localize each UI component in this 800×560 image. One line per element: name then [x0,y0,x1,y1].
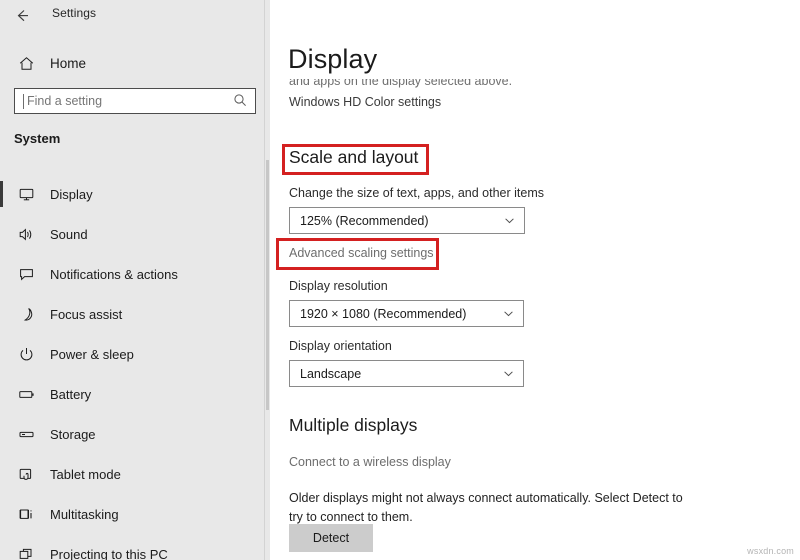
projecting-icon [4,546,48,560]
content-pane: and apps on the display selected above. … [270,0,800,560]
sidebar-item-label: Power & sleep [50,346,134,362]
settings-window: Settings Home System [0,0,800,560]
page-title: Display [288,42,388,76]
sidebar-item-label: Tablet mode [50,466,121,482]
clipped-description-text: and apps on the display selected above. [289,74,513,88]
display-orientation-label: Display orientation [289,339,392,353]
sidebar-item-label: Battery [50,386,92,402]
storage-icon [4,426,48,443]
sidebar-item-label: Display [50,186,93,202]
sidebar-item-label: Storage [50,426,96,442]
battery-icon [4,386,48,403]
search-input[interactable] [15,90,227,112]
sidebar-item-label: Focus assist [50,306,123,322]
sidebar: Settings Home System [0,0,270,560]
sidebar-item-home[interactable]: Home [0,48,270,78]
back-arrow-icon[interactable] [8,2,36,28]
chevron-down-icon [502,367,515,380]
sidebar-item-label: Multitasking [50,506,119,522]
display-orientation-dropdown[interactable]: Landscape [289,360,524,387]
sidebar-group-label: System [14,131,61,146]
sidebar-item-battery[interactable]: Battery [0,374,265,414]
selection-indicator [0,181,3,207]
scale-and-layout-heading: Scale and layout [289,147,419,167]
moon-icon [4,306,48,323]
speaker-icon [4,226,48,243]
sidebar-item-tablet-mode[interactable]: Tablet mode [0,454,265,494]
search-box[interactable] [14,88,256,114]
sidebar-item-power-and-sleep[interactable]: Power & sleep [0,334,265,374]
detect-button[interactable]: Detect [289,524,373,552]
sidebar-item-notifications-and-actions[interactable]: Notifications & actions [0,254,265,294]
watermark: wsxdn.com [747,546,794,556]
sidebar-scrollbar-thumb[interactable] [266,160,269,410]
display-resolution-value: 1920 × 1080 (Recommended) [300,306,467,321]
display-resolution-dropdown[interactable]: 1920 × 1080 (Recommended) [289,300,524,327]
scale-dropdown-value: 125% (Recommended) [300,213,429,228]
chevron-down-icon [503,214,516,227]
sidebar-item-multitasking[interactable]: Multitasking [0,494,265,534]
power-icon [4,346,48,363]
app-title: Settings [52,6,97,20]
sidebar-item-label: Projecting to this PC [50,546,168,560]
sidebar-item-label: Sound [50,226,88,242]
monitor-icon [4,186,48,203]
sidebar-item-sound[interactable]: Sound [0,214,265,254]
sidebar-item-home-label: Home [50,55,87,71]
home-icon [4,55,48,72]
scale-label: Change the size of text, apps, and other… [289,186,545,200]
multiple-displays-heading: Multiple displays [289,415,418,435]
title-bar: Settings [0,0,270,30]
sidebar-item-focus-assist[interactable]: Focus assist [0,294,265,334]
display-orientation-value: Landscape [300,366,362,381]
connect-wireless-display-link[interactable]: Connect to a wireless display [289,455,451,469]
chevron-down-icon [502,307,515,320]
windows-hd-color-settings-link[interactable]: Windows HD Color settings [289,95,441,109]
sidebar-item-label: Notifications & actions [50,266,178,282]
sidebar-nav: Display Sound Notifications & actions Fo… [0,174,265,560]
text-caret [23,94,24,109]
multiple-displays-description: Older displays might not always connect … [289,491,683,524]
search-icon[interactable] [233,93,247,112]
notification-icon [4,266,48,283]
tablet-icon [4,466,48,483]
advanced-scaling-settings-link[interactable]: Advanced scaling settings [289,246,434,260]
scale-dropdown[interactable]: 125% (Recommended) [289,207,525,234]
sidebar-item-display[interactable]: Display [0,174,265,214]
sidebar-item-projecting-to-this-pc[interactable]: Projecting to this PC [0,534,265,560]
multitasking-icon [4,506,48,523]
display-resolution-label: Display resolution [289,279,388,293]
sidebar-item-storage[interactable]: Storage [0,414,265,454]
